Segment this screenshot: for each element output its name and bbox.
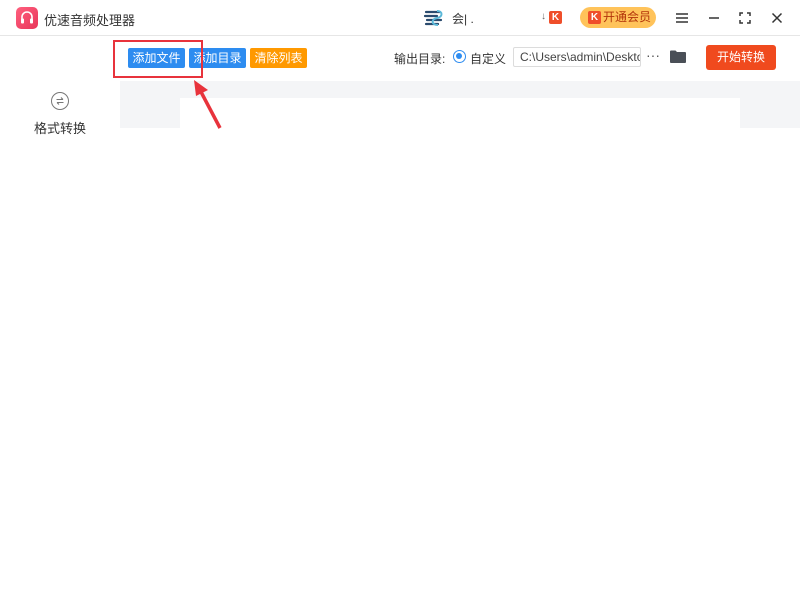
format-convert-icon (51, 92, 69, 110)
custom-dir-radio[interactable] (453, 50, 466, 63)
custom-dir-label[interactable]: 自定义 (470, 50, 506, 67)
app-title: 优速音频处理器 (44, 13, 136, 28)
maximize-icon[interactable] (735, 8, 755, 28)
user-name[interactable]: 会| . (452, 10, 474, 27)
vip-level-badge: K (549, 11, 562, 24)
close-icon[interactable] (767, 8, 787, 28)
minimize-icon[interactable] (704, 8, 724, 28)
folder-icon[interactable] (670, 50, 686, 63)
toolbar: 添加文件 添加目录 清除列表 输出目录: 自定义 C:\Users\admin\… (120, 37, 800, 81)
title-bar: 优速音频处理器 会| . ↓ K K 开通会员 (0, 0, 800, 36)
level-arrow-icon: ↓ (541, 11, 546, 22)
sidebar-item-label: 格式转换 (33, 121, 86, 136)
output-dir-label: 输出目录: (394, 52, 446, 66)
user-logo-icon (423, 9, 445, 27)
output-path-field[interactable]: C:\Users\admin\Deskto (513, 47, 641, 67)
file-list-panel[interactable] (180, 98, 740, 128)
start-convert-button[interactable]: 开始转换 (706, 45, 776, 70)
open-vip-button[interactable]: K 开通会员 (580, 7, 656, 28)
sidebar-item-format-convert[interactable]: 格式转换 (0, 92, 120, 137)
annotation-arrow-icon (194, 80, 222, 129)
vip-label: 开通会员 (603, 10, 652, 24)
sidebar: 格式转换 (0, 37, 120, 608)
vip-k-icon: K (588, 11, 601, 24)
annotation-highlight-box (113, 40, 203, 78)
menu-icon[interactable] (672, 8, 692, 28)
app-logo-icon (16, 7, 38, 29)
clear-list-button[interactable]: 清除列表 (250, 48, 307, 68)
browse-more-button[interactable]: ··· (646, 47, 660, 63)
